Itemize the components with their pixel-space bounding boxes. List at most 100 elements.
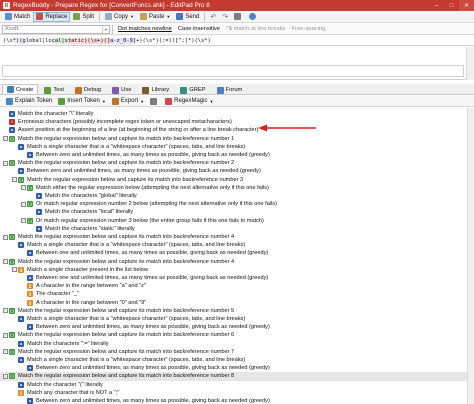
tree-row[interactable]: a Between zero and unlimited times, as ma… — [0, 151, 474, 159]
paste-button[interactable]: Paste ▼ — [137, 12, 173, 22]
tree-row[interactable]: a Match a single character that is a "whi… — [0, 143, 474, 151]
export-button[interactable]: Export ▼ — [109, 96, 147, 106]
scrollbar[interactable] — [466, 47, 474, 80]
copy-button[interactable]: Copy ▼ — [102, 12, 137, 22]
tree-row[interactable]: −( ) Match the regular expression below a… — [0, 348, 474, 356]
token-icon: a — [18, 340, 24, 347]
collapse-toggle-icon[interactable]: − — [12, 267, 17, 273]
send-button[interactable]: Send — [173, 12, 202, 22]
tree-row[interactable]: [] The character "_" — [0, 290, 474, 298]
close-button[interactable]: ✕ — [459, 0, 474, 11]
tree-row[interactable]: a Match the character "(" literally — [0, 381, 474, 389]
tree-row[interactable]: a Match the characters "global" literally — [0, 192, 474, 200]
tree-row[interactable]: −( ) Match the regular expression below a… — [0, 258, 474, 266]
tab-grep[interactable]: GREP — [175, 85, 210, 94]
tree-row[interactable]: −( ) Match the regular expression below a… — [0, 176, 474, 184]
token-icon: a — [9, 127, 15, 134]
tree-row-label: Match a single character that is a "whit… — [27, 143, 246, 150]
tree-row[interactable]: [] A character in the range between "a" a… — [0, 282, 474, 290]
collapse-toggle-icon[interactable]: − — [3, 349, 8, 355]
tree-row[interactable]: −( ) Or match regular expression number 2… — [0, 200, 474, 208]
tab-library[interactable]: Library — [137, 85, 174, 94]
tree-row[interactable]: −( ) Match the regular expression below a… — [0, 233, 474, 241]
history-button[interactable] — [231, 12, 246, 22]
collapse-toggle-icon[interactable]: − — [21, 218, 26, 224]
token-icon: a — [36, 193, 42, 200]
flavor-select[interactable]: Xsoft ▼ — [2, 24, 110, 34]
tree-row[interactable]: −( ) Or match regular expression number 3… — [0, 217, 474, 225]
tab-test[interactable]: Test — [39, 85, 69, 94]
tree-row[interactable]: a Between one and unlimited times, as man… — [0, 249, 474, 257]
tree-row[interactable]: −( ) Match the regular expression below a… — [0, 135, 474, 143]
token-icon: a — [18, 242, 24, 249]
tree-row[interactable]: a Between zero and unlimited times, as ma… — [0, 323, 474, 331]
regexmagic-button[interactable]: RegexMagic ▼ — [162, 96, 216, 106]
collapse-toggle-icon[interactable]: − — [3, 308, 8, 314]
free-spacing-toggle[interactable]: Free-spacing — [288, 26, 328, 32]
tree-row[interactable]: a Match a single character that is a "whi… — [0, 241, 474, 249]
replace-button[interactable]: Replace — [33, 11, 71, 22]
chevron-down-icon: ▼ — [209, 98, 214, 104]
redo-button[interactable]: ↷ — [219, 12, 231, 22]
collapse-toggle-icon[interactable]: − — [3, 332, 8, 338]
tree-row-label: Match a single character that is a "whit… — [27, 357, 246, 364]
tree-row[interactable]: a Between zero and unlimited times, as ma… — [0, 364, 474, 372]
tree-row[interactable]: −( ) Match the regular expression below a… — [0, 372, 474, 381]
tree-row[interactable]: a Between zero and unlimited times, as ma… — [0, 397, 474, 404]
tree-row[interactable]: a Between one and unlimited times, as man… — [0, 274, 474, 282]
maximize-button[interactable]: □ — [444, 0, 459, 11]
tab-use[interactable]: Use — [107, 85, 136, 94]
minimize-button[interactable]: – — [429, 0, 444, 11]
tree-row[interactable]: a Between zero and unlimited times, as ma… — [0, 167, 474, 175]
tab-forum[interactable]: Forum — [212, 85, 248, 94]
tab-create[interactable]: Create — [2, 84, 39, 94]
tree-scrollbar[interactable] — [467, 108, 474, 404]
help-button[interactable] — [246, 12, 261, 22]
tree-row[interactable]: a Match the characters "local" literally — [0, 208, 474, 216]
tree-row[interactable]: −[] Match a single character present in t… — [0, 266, 474, 274]
collapse-toggle-icon[interactable]: − — [3, 234, 8, 240]
tree-row[interactable]: a Match the characters "static" literally — [0, 225, 474, 233]
tree-row-label: Match the regular expression below and c… — [18, 332, 235, 339]
tree-row[interactable]: a Match the character "\" literally — [0, 110, 474, 118]
tree-row-label: Or match regular expression number 2 bel… — [36, 201, 277, 208]
tree-row[interactable]: a Match a single character that is a "whi… — [0, 356, 474, 364]
case-insensitive-toggle[interactable]: Case insensitive — [175, 26, 223, 32]
tree-row-label: Between zero and unlimited times, as man… — [36, 365, 270, 372]
insert-icon — [58, 97, 66, 105]
tree-row[interactable]: ! Erroneous characters (possibly incomple… — [0, 118, 474, 126]
print-button[interactable] — [147, 96, 162, 106]
tree-row[interactable]: a Assert position at the beginning of a l… — [0, 126, 474, 134]
tree-row[interactable]: a Match a single character that is a "whi… — [0, 315, 474, 323]
annotation-arrow-icon — [258, 124, 316, 132]
tree-row[interactable]: −( ) Match either the regular expression … — [0, 184, 474, 192]
tree-row[interactable]: [] A character in the range between "0" a… — [0, 299, 474, 307]
collapse-toggle-icon[interactable]: − — [3, 160, 8, 166]
multiline-toggle[interactable]: ^$ match at line breaks — [223, 26, 288, 32]
regex-input[interactable]: (\s*)(global|local|static)(\s+)([a-z_0-9… — [0, 36, 474, 46]
collapse-toggle-icon[interactable]: − — [3, 259, 8, 265]
match-button[interactable]: Match — [2, 12, 33, 22]
tree-row[interactable]: −( ) Match the regular expression below a… — [0, 307, 474, 315]
main-toolbar: Match Replace Split Copy ▼ Paste ▼ Send ↶ … — [0, 11, 474, 23]
chevron-down-icon: ▼ — [140, 98, 145, 104]
explain-token-button[interactable]: Explain Token — [3, 96, 55, 106]
collapse-toggle-icon[interactable]: − — [3, 136, 8, 142]
charclass-icon: [] — [18, 389, 24, 396]
tab-debug[interactable]: Debug — [70, 85, 106, 94]
tree-row[interactable]: −( ) Match the regular expression below a… — [0, 331, 474, 339]
tree-row-label: Match any character that is NOT a ";" — [27, 389, 120, 396]
tree-row-label: Match the regular expression below and c… — [27, 176, 244, 183]
collapse-toggle-icon[interactable]: − — [21, 185, 26, 191]
collapse-toggle-icon[interactable]: − — [3, 373, 8, 379]
split-button[interactable]: Split — [70, 12, 97, 22]
insert-token-button[interactable]: Insert Token ▼ — [55, 96, 109, 106]
undo-button[interactable]: ↶ — [207, 12, 219, 22]
collapse-toggle-icon[interactable]: − — [21, 201, 26, 207]
tree-row[interactable]: −( ) Match the regular expression below a… — [0, 159, 474, 167]
tree-row[interactable]: a Match the characters ":=" literally — [0, 340, 474, 348]
tree-row[interactable]: [] Match any character that is NOT a ";" — [0, 389, 474, 397]
replacement-input[interactable] — [2, 65, 464, 77]
dot-matches-newline-toggle[interactable]: Dot matches newline — [115, 26, 175, 32]
collapse-toggle-icon[interactable]: − — [12, 177, 17, 183]
